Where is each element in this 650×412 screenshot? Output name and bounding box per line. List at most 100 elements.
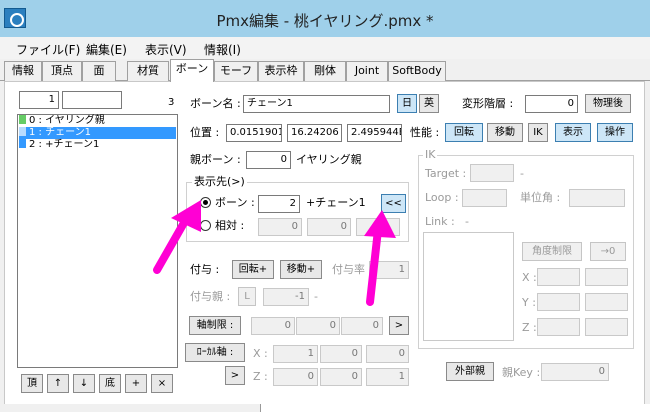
axis-y-input[interactable]: 0 xyxy=(296,317,340,335)
ik-y-max-input[interactable] xyxy=(585,293,628,311)
tab-morph[interactable]: モーフ xyxy=(214,61,258,81)
tab-rigid-body[interactable]: 剛体 xyxy=(304,61,346,81)
grant-parent-label: 付与親 : xyxy=(190,290,231,303)
position-label: 位置 : xyxy=(190,126,220,139)
visible-toggle[interactable]: 表示 xyxy=(555,123,591,142)
angle-limit-button[interactable]: 角度制限 xyxy=(522,242,582,261)
deform-layer-input[interactable]: 0 xyxy=(525,95,578,113)
ik-z-min-input[interactable] xyxy=(537,318,580,336)
list-item-selected[interactable]: 1 : チェーン1 xyxy=(19,127,176,139)
tab-strip: 情報 頂点 面 材質 ボーン モーフ 表示枠 剛体 Joint SoftBody xyxy=(0,59,650,82)
ik-toggle[interactable]: IK xyxy=(528,123,548,142)
menu-bar: ファイル(F) 編集(E) 表示(V) 情報(I) xyxy=(0,37,650,59)
window-title: Pmx編集 - 桃イヤリング.pmx * xyxy=(216,12,434,30)
local-axis-button[interactable]: ﾛｰｶﾙ軸 : xyxy=(185,343,245,362)
local-z3-input[interactable]: 1 xyxy=(366,368,409,386)
radio-relative-label: 相対 : xyxy=(215,219,245,232)
tail-bone-input[interactable]: 2 xyxy=(258,195,300,213)
tab-face[interactable]: 面 xyxy=(82,61,116,81)
lang-jp-button[interactable]: 日 xyxy=(397,94,417,113)
menu-file[interactable]: ファイル(F) xyxy=(16,41,80,58)
list-item[interactable]: 2 : +チェーン1 xyxy=(19,139,99,151)
position-y-input[interactable]: 16.24206 xyxy=(287,124,342,142)
external-parent-button[interactable]: 外部親 xyxy=(446,362,494,381)
ik-link-dash: - xyxy=(465,215,469,228)
axis-apply-button[interactable]: > xyxy=(389,316,409,335)
bone-color-swatch xyxy=(19,127,26,136)
rotate-toggle[interactable]: 回転 xyxy=(445,123,483,142)
local-x2-input[interactable]: 0 xyxy=(320,345,362,363)
local-x3-input[interactable]: 0 xyxy=(366,345,409,363)
operate-toggle[interactable]: 操作 xyxy=(597,123,633,142)
ik-link-list[interactable] xyxy=(423,232,514,341)
move-down-button[interactable]: ↓ xyxy=(73,374,95,393)
ik-y-min-input[interactable] xyxy=(537,293,580,311)
bone-index-input[interactable]: 1 xyxy=(19,91,59,109)
tab-softbody[interactable]: SoftBody xyxy=(388,61,446,81)
bone-color-swatch xyxy=(19,139,26,148)
ik-x-label: X : xyxy=(522,271,537,284)
menu-info[interactable]: 情報(I) xyxy=(204,41,241,58)
add-bone-button[interactable]: + xyxy=(125,374,147,393)
ik-loop-input[interactable] xyxy=(462,189,507,207)
local-x1-input[interactable]: 1 xyxy=(273,345,318,363)
physics-after-button[interactable]: 物理後 xyxy=(585,94,631,113)
parent-bone-name: イヤリング親 xyxy=(296,153,362,166)
move-toggle[interactable]: 移動 xyxy=(487,123,523,142)
app-window: Pmx編集 - 桃イヤリング.pmx * ファイル(F) 編集(E) 表示(V)… xyxy=(0,0,650,412)
parent-bone-input[interactable]: 0 xyxy=(246,151,291,169)
tab-display-frame[interactable]: 表示枠 xyxy=(258,61,304,81)
move-up-button[interactable]: ↑ xyxy=(47,374,69,393)
bone-name-input[interactable]: チェーン1 xyxy=(243,95,390,113)
menu-view[interactable]: 表示(V) xyxy=(145,41,187,58)
relative-x-input[interactable]: 0 xyxy=(258,218,302,236)
display-target-label: 表示先(>) xyxy=(192,175,247,189)
move-top-button[interactable]: 頂 xyxy=(21,374,43,393)
tab-info[interactable]: 情報 xyxy=(4,61,42,81)
position-z-input[interactable]: 2.495944E xyxy=(347,124,402,142)
tab-joint[interactable]: Joint xyxy=(346,61,388,81)
local-x-label: X : xyxy=(253,347,268,360)
axis-limit-button[interactable]: 軸制限 : xyxy=(189,316,241,335)
relative-y-input[interactable]: 0 xyxy=(307,218,351,236)
local-z2-input[interactable]: 0 xyxy=(320,368,362,386)
list-item[interactable]: 0 : イヤリング親 xyxy=(19,115,105,127)
lang-en-button[interactable]: 英 xyxy=(419,94,439,113)
ik-target-label: Target : xyxy=(425,167,467,180)
title-bar: Pmx編集 - 桃イヤリング.pmx * xyxy=(0,0,650,37)
tab-bone[interactable]: ボーン xyxy=(170,59,214,82)
parent-key-label: 親Key : xyxy=(502,366,541,379)
menu-edit[interactable]: 編集(E) xyxy=(86,41,127,58)
ik-y-label: Y : xyxy=(522,296,536,309)
parent-key-input[interactable]: 0 xyxy=(541,363,609,381)
axis-x-input[interactable]: 0 xyxy=(251,317,295,335)
ik-z-max-input[interactable] xyxy=(585,318,628,336)
grant-parent-l-button[interactable]: L xyxy=(238,287,256,306)
reset-zero-button[interactable]: →0 xyxy=(590,242,626,261)
local-z1-input[interactable]: 0 xyxy=(273,368,318,386)
annotation-arrow-right xyxy=(364,210,396,306)
grant-move-button[interactable]: 移動+ xyxy=(280,260,322,279)
ik-unit-angle-input[interactable] xyxy=(569,189,625,207)
ik-unit-angle-label: 単位角 : xyxy=(520,191,561,204)
ik-x-min-input[interactable] xyxy=(537,268,580,286)
bone-name-label: ボーン名 : xyxy=(190,97,241,110)
local-z-label: Z : xyxy=(253,370,268,383)
ik-x-max-input[interactable] xyxy=(585,268,628,286)
axis-z-input[interactable]: 0 xyxy=(341,317,383,335)
ik-link-label: Link : xyxy=(425,215,455,228)
tab-vertex[interactable]: 頂点 xyxy=(42,61,82,81)
tab-material[interactable]: 材質 xyxy=(127,61,169,81)
grant-rotate-button[interactable]: 回転+ xyxy=(232,260,274,279)
ik-z-label: Z : xyxy=(522,321,537,334)
grant-parent-input[interactable]: -1 xyxy=(263,288,309,306)
delete-bone-button[interactable]: × xyxy=(151,374,173,393)
ik-target-input[interactable] xyxy=(470,164,514,182)
local-axis-apply-button[interactable]: > xyxy=(225,366,245,385)
grant-parent-dash: - xyxy=(314,290,318,303)
bone-count: 3 xyxy=(168,97,175,108)
move-bottom-button[interactable]: 底 xyxy=(99,374,121,393)
annotation-arrow-left xyxy=(153,200,201,274)
bone-search-input[interactable] xyxy=(62,91,122,109)
position-x-input[interactable]: 0.0151901 xyxy=(226,124,282,142)
